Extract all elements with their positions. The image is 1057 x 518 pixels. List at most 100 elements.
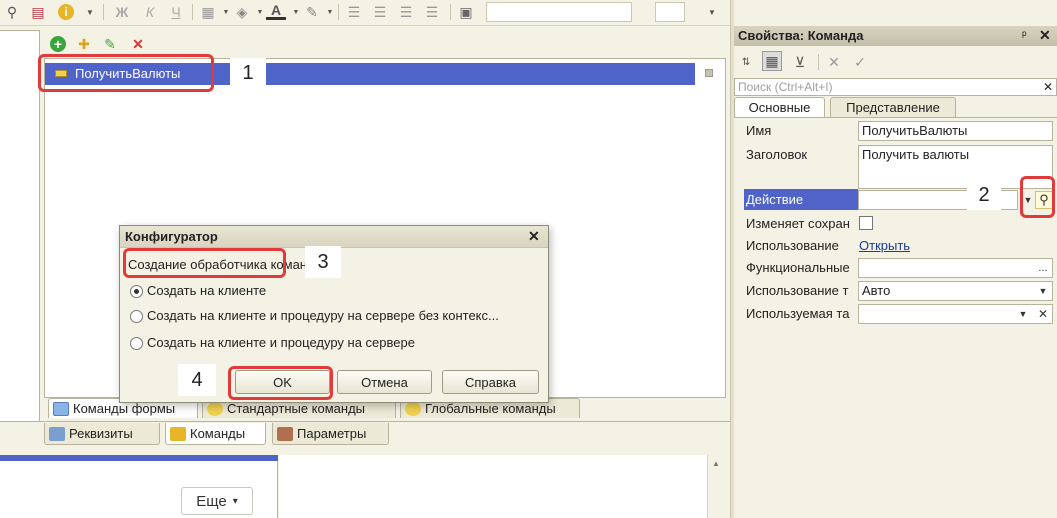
separator (103, 4, 104, 20)
cancel-button[interactable]: Отмена (337, 370, 432, 394)
tab-main[interactable]: Основные (734, 97, 825, 117)
highlight-icon[interactable]: ✎ (302, 2, 322, 22)
properties-search-input[interactable]: Поиск (Ctrl+Alt+I) ✕ (734, 78, 1057, 96)
more-button[interactable]: Еще ▾ (181, 487, 253, 515)
close-icon[interactable]: ✕ (528, 228, 540, 245)
tab-label: Основные (748, 100, 811, 115)
tab-attributes[interactable]: Реквизиты (44, 423, 160, 445)
parameters-icon (277, 426, 293, 441)
used-label: Используемая та (746, 306, 850, 321)
report-icon[interactable]: ▤ (28, 2, 48, 22)
tab-label: Стандартные команды (227, 401, 366, 416)
vertical-scrollbar[interactable]: ▲ (707, 455, 726, 518)
categories-icon[interactable]: ▦ (762, 51, 782, 71)
filter-icon[interactable]: ⊻ (790, 52, 810, 72)
help-button[interactable]: Справка (442, 370, 539, 394)
chevron-down-icon[interactable]: ▼ (1014, 305, 1032, 323)
name-label: Имя (746, 123, 772, 138)
top-toolbar: ⚲ ▤ i ▼ Ж К Ч ▦ ▼ ◈ ▼ A ▼ ✎ ▼ ☰ ☰ ☰ ☰ ▣ … (0, 0, 730, 26)
annotation-box-4 (228, 366, 333, 400)
option-client-radio[interactable] (130, 285, 143, 298)
search-placeholder: Поиск (Ctrl+Alt+I) (738, 80, 833, 94)
clear-icon[interactable]: ✕ (1034, 305, 1052, 323)
usage-link[interactable]: Открыть (859, 238, 910, 253)
option-client-label[interactable]: Создать на клиенте (147, 283, 266, 298)
pin-icon[interactable]: ᵖ (1022, 28, 1027, 42)
chevron-down-icon[interactable]: ▼ (80, 2, 100, 22)
align-right-icon[interactable]: ☰ (396, 2, 416, 22)
separator (818, 54, 819, 70)
tab-label: Глобальные команды (425, 401, 556, 416)
fill-color-icon[interactable]: ◈ (232, 2, 252, 22)
ellipsis-icon[interactable]: ... (1034, 259, 1052, 277)
bold-icon[interactable]: Ж (112, 2, 132, 22)
option-client-server-nocontext-radio[interactable] (130, 310, 143, 323)
add-nested-icon[interactable]: ✚ (74, 34, 94, 54)
chevron-down-icon[interactable]: ▼ (702, 2, 722, 22)
properties-title: Свойства: Команда (738, 28, 864, 43)
annotation-box-3 (123, 248, 286, 278)
scroll-marker-icon (705, 69, 713, 77)
attributes-icon (49, 426, 65, 441)
modifies-label: Изменяет сохран (746, 216, 850, 231)
font-size-field[interactable] (655, 2, 685, 22)
sort-az-icon[interactable]: ⇅ (736, 52, 756, 72)
tab-label: Представление (846, 100, 940, 115)
tab-presentation[interactable]: Представление (830, 97, 956, 117)
action-label: Действие (746, 192, 804, 207)
tab-label: Команды формы (73, 401, 176, 416)
lower-right-area (279, 455, 707, 518)
align-justify-icon[interactable]: ☰ (422, 2, 442, 22)
cancel-icon[interactable]: ✕ (824, 52, 844, 72)
tab-label: Параметры (297, 426, 367, 441)
edit-icon[interactable]: ✎ (100, 34, 120, 54)
annotation-box-1 (38, 54, 214, 92)
style-icon[interactable]: ▣ (456, 2, 476, 22)
chevron-down-icon: ▾ (232, 495, 238, 507)
annotation-box-2 (1020, 176, 1055, 218)
option-client-server-label[interactable]: Создать на клиенте и процедуру на сервер… (147, 335, 415, 350)
scroll-up-icon[interactable]: ▲ (712, 459, 720, 468)
separator-line (0, 421, 730, 422)
properties-toolbar: ⇅ ▦ ⊻ ✕ ✓ (734, 48, 1057, 74)
font-name-field[interactable] (486, 2, 632, 22)
align-center-icon[interactable]: ☰ (370, 2, 390, 22)
commands-icon (170, 426, 186, 441)
usage2-field[interactable]: Авто (858, 281, 1053, 301)
global-commands-icon (405, 401, 421, 416)
info-icon[interactable]: i (56, 2, 76, 22)
annotation-number-4: 4 (178, 364, 216, 396)
italic-icon[interactable]: К (140, 2, 160, 22)
properties-panel: Свойства: Команда ᵖ ✕ ⇅ ▦ ⊻ ✕ ✓ Поиск (C… (734, 26, 1057, 518)
check-icon[interactable]: ✓ (850, 52, 870, 72)
borders-icon[interactable]: ▦ (198, 2, 218, 22)
modifies-checkbox[interactable] (859, 216, 873, 230)
search-list-icon[interactable]: ⚲ (2, 2, 22, 22)
delete-icon[interactable]: ✕ (128, 34, 148, 54)
dialog-title: Конфигуратор (125, 229, 218, 244)
tab-parameters[interactable]: Параметры (272, 423, 389, 445)
annotation-number-1: 1 (230, 58, 266, 88)
option-client-server-radio[interactable] (130, 337, 143, 350)
font-color-icon[interactable]: A (266, 2, 286, 20)
separator (192, 4, 193, 20)
clear-search-icon[interactable]: ✕ (1043, 80, 1053, 94)
lower-pane-content: Еще ▾ (0, 461, 278, 518)
annotation-number-2: 2 (967, 180, 1001, 210)
align-left-icon[interactable]: ☰ (344, 2, 364, 22)
option-client-server-nocontext-label[interactable]: Создать на клиенте и процедуру на сервер… (147, 308, 499, 323)
tab-commands[interactable]: Команды (165, 423, 266, 445)
add-icon[interactable]: + (48, 34, 68, 54)
underline-icon[interactable]: Ч (166, 2, 186, 22)
tab-label: Реквизиты (69, 426, 133, 441)
chevron-down-icon[interactable]: ▼ (1034, 282, 1052, 300)
usage2-label: Использование т (746, 283, 849, 298)
close-icon[interactable]: ✕ (1039, 27, 1051, 44)
name-field[interactable]: ПолучитьВалюты (858, 121, 1053, 141)
functional-field[interactable] (858, 258, 1053, 278)
functional-label: Функциональные (746, 260, 850, 275)
tab-label: Команды (190, 426, 246, 441)
form-commands-icon (53, 401, 69, 416)
dialog-titlebar: Конфигуратор ✕ (120, 226, 548, 248)
chevron-down-icon[interactable]: ▼ (320, 2, 340, 22)
